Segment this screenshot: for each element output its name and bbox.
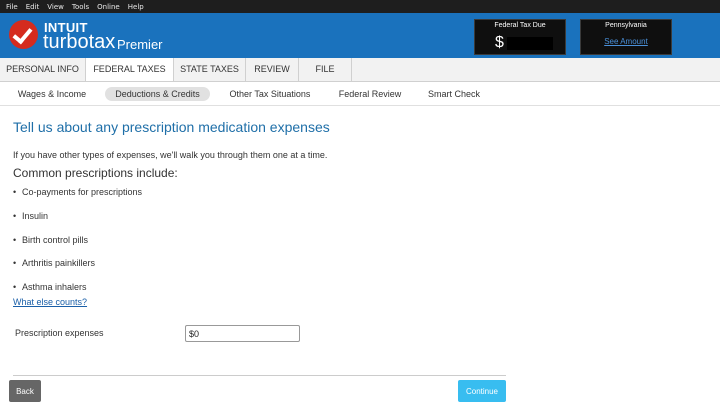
federal-tax-due-box: Federal Tax Due $ — [474, 19, 566, 55]
federal-tax-due-title: Federal Tax Due — [494, 22, 546, 29]
list-item: Arthritis painkillers — [13, 258, 95, 268]
tab-review[interactable]: REVIEW — [246, 58, 299, 81]
footer-divider — [13, 375, 506, 376]
subtab-federal-review[interactable]: Federal Review — [332, 87, 408, 101]
main-tabs: PERSONAL INFO FEDERAL TAXES STATE TAXES … — [0, 58, 720, 82]
menu-online[interactable]: Online — [97, 3, 120, 11]
turbotax-wordmark: turbotax — [43, 31, 116, 53]
state-tax-box: Pennsylvania See Amount — [580, 19, 672, 55]
tab-federal-taxes[interactable]: FEDERAL TAXES — [86, 58, 174, 81]
continue-button[interactable]: Continue — [458, 380, 506, 402]
redacted-amount — [507, 37, 553, 50]
menu-file[interactable]: File — [6, 3, 18, 11]
subtab-smart-check[interactable]: Smart Check — [420, 87, 488, 101]
prescription-expenses-label: Prescription expenses — [15, 328, 104, 338]
list-item: Co-payments for prescriptions — [13, 187, 142, 197]
common-prescriptions-heading: Common prescriptions include: — [13, 166, 178, 180]
menu-tools[interactable]: Tools — [72, 3, 89, 11]
subtab-wages-income[interactable]: Wages & Income — [8, 87, 96, 101]
prescription-expenses-input[interactable] — [185, 325, 300, 342]
what-else-counts-link[interactable]: What else counts? — [13, 297, 87, 307]
back-button[interactable]: Back — [9, 380, 41, 402]
subtab-deductions-credits[interactable]: Deductions & Credits — [105, 87, 210, 101]
sub-tabs: Wages & Income Deductions & Credits Othe… — [0, 82, 720, 106]
list-item: Insulin — [13, 211, 48, 221]
tab-personal-info[interactable]: PERSONAL INFO — [0, 58, 86, 81]
federal-tax-due-value: $ — [495, 34, 504, 51]
tab-state-taxes[interactable]: STATE TAXES — [174, 58, 246, 81]
menu-view[interactable]: View — [47, 3, 64, 11]
list-item: Birth control pills — [13, 235, 88, 245]
tab-file[interactable]: FILE — [299, 58, 352, 81]
intro-text: If you have other types of expenses, we'… — [13, 150, 328, 160]
list-item: Asthma inhalers — [13, 282, 86, 292]
menu-bar: File Edit View Tools Online Help — [0, 0, 720, 13]
subtab-other-tax-situations[interactable]: Other Tax Situations — [222, 87, 318, 101]
menu-edit[interactable]: Edit — [26, 3, 40, 11]
menu-help[interactable]: Help — [128, 3, 144, 11]
state-tax-title: Pennsylvania — [605, 22, 647, 29]
see-amount-link[interactable]: See Amount — [581, 37, 671, 46]
edition-label: Premier — [117, 37, 163, 52]
page-title: Tell us about any prescription medicatio… — [13, 119, 330, 135]
